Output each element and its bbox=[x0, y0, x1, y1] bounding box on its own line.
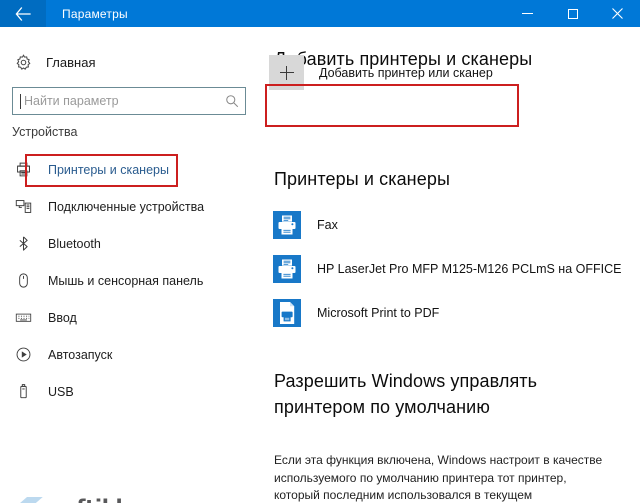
printer-device-icon bbox=[273, 255, 301, 283]
connected-devices-icon bbox=[6, 198, 40, 215]
back-arrow-icon bbox=[15, 6, 31, 21]
sidebar-item-mouse-and-touchpad[interactable]: Мышь и сенсорная панель bbox=[0, 262, 261, 299]
softikbox-logo-name: softikbox bbox=[50, 496, 158, 503]
list-item[interactable]: HP LaserJet Pro MFP M125-M126 PCLmS на O… bbox=[269, 247, 639, 291]
sidebar-item-home[interactable]: Главная bbox=[0, 45, 261, 79]
add-printer-tile-label: Добавить принтер или сканер bbox=[319, 65, 493, 80]
close-button[interactable] bbox=[595, 0, 640, 27]
search-placeholder: Найти параметр bbox=[24, 94, 119, 108]
softikbox-logo-icon bbox=[20, 496, 45, 503]
settings-window: Параметры Главная Найти параметр Устройс… bbox=[0, 0, 640, 503]
manage-default-printer-description: Если эта функция включена, Windows настр… bbox=[274, 453, 603, 502]
bluetooth-icon bbox=[6, 235, 40, 252]
window-title: Параметры bbox=[62, 6, 128, 21]
sidebar-home-label: Главная bbox=[46, 54, 96, 70]
mouse-icon bbox=[6, 272, 40, 289]
list-item[interactable]: Microsoft Print to PDF bbox=[269, 291, 639, 335]
sidebar-section-label: Устройства bbox=[12, 125, 78, 139]
printer-name: Microsoft Print to PDF bbox=[317, 306, 440, 320]
sidebar-item-typing[interactable]: Ввод bbox=[0, 299, 261, 336]
window-controls bbox=[505, 0, 640, 27]
back-button[interactable] bbox=[0, 0, 46, 27]
sidebar-item-label: Мышь и сенсорная панель bbox=[48, 273, 204, 288]
keyboard-icon bbox=[6, 309, 40, 326]
plus-icon bbox=[269, 55, 304, 90]
sidebar-item-label: Принтеры и сканеры bbox=[48, 162, 169, 177]
sidebar-item-label: Ввод bbox=[48, 310, 77, 325]
manage-default-printer-heading: Разрешить Windows управлять принтером по… bbox=[274, 371, 538, 417]
maximize-button[interactable] bbox=[550, 0, 595, 27]
printer-device-icon bbox=[273, 211, 301, 239]
sidebar: Главная Найти параметр Устройства Принте… bbox=[0, 27, 261, 503]
title-bar: Параметры bbox=[0, 0, 640, 27]
autoplay-icon bbox=[6, 346, 40, 363]
usb-icon bbox=[6, 383, 40, 400]
titlebar-spacer bbox=[128, 0, 505, 27]
search-icon bbox=[219, 94, 245, 108]
sidebar-item-autoplay[interactable]: Автозапуск bbox=[0, 336, 261, 373]
search-input[interactable]: Найти параметр bbox=[12, 87, 246, 115]
add-printer-tile[interactable]: Добавить принтер или сканер bbox=[269, 55, 515, 90]
softikbox-watermark: softikbox .com bbox=[10, 495, 213, 503]
sidebar-item-usb[interactable]: USB bbox=[0, 373, 261, 410]
sidebar-item-label: Подключенные устройства bbox=[48, 199, 205, 214]
softikbox-logo-tld: .com bbox=[158, 496, 214, 503]
sidebar-nav-list: Принтеры и сканеры Подключенные устройст… bbox=[0, 151, 261, 410]
printers-heading: Принтеры и сканеры bbox=[274, 169, 450, 189]
printer-icon bbox=[6, 161, 40, 178]
list-item[interactable]: Fax bbox=[269, 203, 639, 247]
printer-list: Fax HP LaserJet Pro MFP M125-M126 PCLmS … bbox=[269, 203, 639, 335]
printer-name: HP LaserJet Pro MFP M125-M126 PCLmS на O… bbox=[317, 262, 622, 276]
sidebar-item-label: Автозапуск bbox=[48, 347, 113, 362]
sidebar-item-label: Bluetooth bbox=[48, 236, 101, 251]
sidebar-item-label: USB bbox=[48, 384, 74, 399]
print-to-pdf-icon bbox=[273, 299, 301, 327]
main-content: Добавить принтеры и сканеры Добавить при… bbox=[261, 27, 640, 503]
minimize-icon bbox=[522, 13, 533, 14]
maximize-icon bbox=[567, 8, 578, 19]
sidebar-item-printers-and-scanners[interactable]: Принтеры и сканеры bbox=[0, 151, 261, 188]
printer-name: Fax bbox=[317, 218, 338, 232]
sidebar-item-connected-devices[interactable]: Подключенные устройства bbox=[0, 188, 261, 225]
gear-icon bbox=[0, 53, 46, 71]
close-icon bbox=[612, 8, 623, 19]
minimize-button[interactable] bbox=[505, 0, 550, 27]
sidebar-item-bluetooth[interactable]: Bluetooth bbox=[0, 225, 261, 262]
